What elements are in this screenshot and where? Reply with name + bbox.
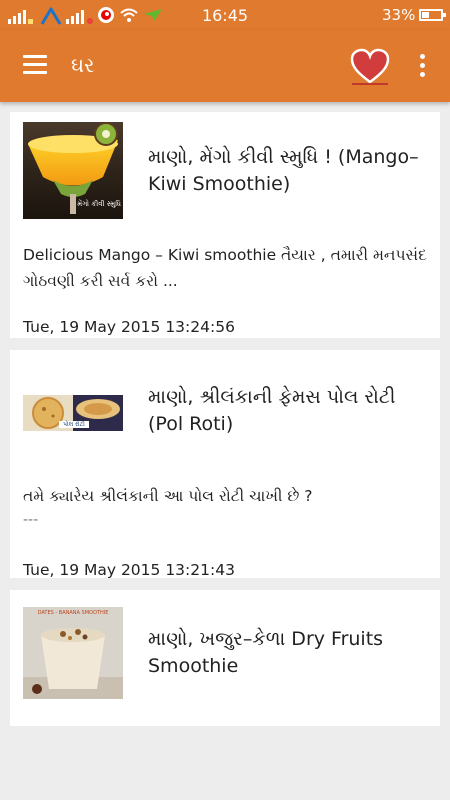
page-title: ઘર (71, 53, 95, 77)
favorites-underline (352, 83, 388, 85)
post-date: Tue, 19 May 2015 13:21:43 (23, 561, 235, 579)
post-date: Tue, 19 May 2015 13:24:56 (23, 318, 235, 336)
post-thumbnail: DATES - BANANA SMOOTHIE (23, 607, 123, 699)
status-bar: 16:45 33% (0, 0, 450, 30)
thumbnail-caption: DATES - BANANA SMOOTHIE (37, 610, 109, 616)
post-title[interactable]: માણો, મેંગો કીવી સ્મુધિ ! (Mango–Kiwi Sm… (148, 144, 433, 198)
post-thumbnail: મેંગો કીવી સ્મુધિ (23, 122, 123, 219)
favorites-heart-icon[interactable] (350, 48, 390, 86)
app-bar: ઘર (0, 30, 450, 102)
post-more-indicator: --- (23, 512, 39, 528)
more-options-icon[interactable] (416, 54, 428, 78)
post-card[interactable]: પોલ રોટી માણો, શ્રીલંકાની ફેમસ પોલ રોટી … (10, 350, 440, 579)
post-card[interactable]: મેંગો કીવી સ્મુધિ માણો, મેંગો કીવી સ્મુધ… (10, 112, 440, 338)
thumbnail-caption: મેંગો કીવી સ્મુધિ (77, 200, 121, 208)
post-title[interactable]: માણો, ખજુર–કેળા Dry Fruits Smoothie (148, 626, 433, 680)
post-description: તમે ક્યારેય શ્રીલંકાની આ પોલ રોટી ચાખી છ… (23, 487, 313, 505)
thumbnail-caption: પોલ રોટી (59, 421, 89, 428)
post-description: Delicious Mango – Kiwi smoothie તૈયાર , … (23, 246, 427, 290)
post-card[interactable]: DATES - BANANA SMOOTHIE માણો, ખજુર–કેળા … (10, 590, 440, 726)
hamburger-menu-icon[interactable] (23, 55, 47, 75)
battery-percent: 33% (382, 6, 416, 24)
post-title[interactable]: માણો, શ્રીલંકાની ફેમસ પોલ રોટી (Pol Roti… (148, 384, 433, 438)
post-thumbnail: પોલ રોટી (23, 395, 123, 431)
battery-icon (419, 9, 446, 21)
